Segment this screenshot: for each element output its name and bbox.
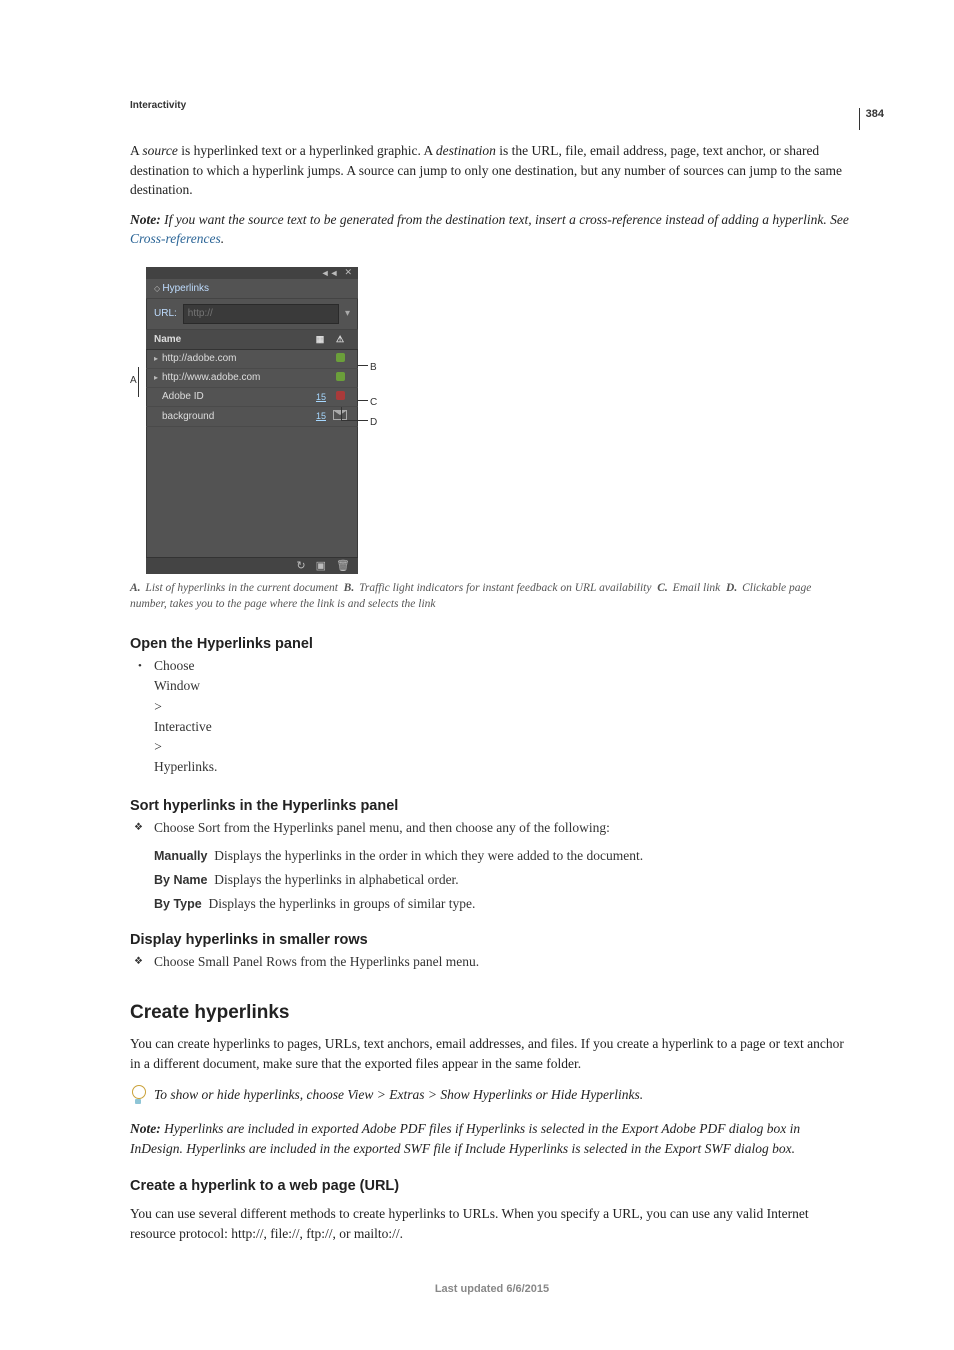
note-cross-references: Note: If you want the source text to be … [130, 210, 854, 249]
trash-icon[interactable]: 🗑 [336, 559, 350, 572]
list-item: Choose Small Panel Rows from the Hyperli… [142, 952, 854, 972]
def-body: Displays the hyperlinks in the order in … [214, 848, 643, 863]
column-page-icon: ▦ [310, 334, 330, 345]
def-term: By Name [154, 873, 208, 887]
url-label: URL: [154, 308, 177, 319]
callout-label-a: A [130, 375, 137, 386]
list-item: Choose Window > Interactive > Hyperlinks… [142, 656, 162, 778]
heading-create-hyperlinks: Create hyperlinks [130, 1002, 854, 1024]
new-icon[interactable]: ▣ [316, 559, 326, 572]
disclosure-triangle-icon[interactable]: ▸ [154, 373, 162, 382]
callout-label-d: D [370, 417, 377, 428]
def-term: Manually [154, 849, 208, 863]
heading-sort: Sort hyperlinks in the Hyperlinks panel [130, 798, 854, 814]
create-url-body: You can use several different methods to… [130, 1204, 854, 1243]
cross-references-link[interactable]: Cross-references [130, 231, 221, 246]
hyperlink-row[interactable]: background 15 [146, 407, 358, 427]
def-term: By Type [154, 897, 202, 911]
url-dropdown-icon[interactable]: ▾ [345, 308, 350, 319]
heading-smaller-rows: Display hyperlinks in smaller rows [130, 932, 854, 948]
hyperlinks-panel: ◄◄ ✕ Hyperlinks URL: ▾ Name ▦ ⚠ ▸ http:/… [146, 267, 358, 574]
callout-label-c: C [370, 397, 377, 408]
panel-tab-hyperlinks[interactable]: Hyperlinks [146, 279, 358, 299]
mail-icon [333, 410, 347, 420]
page-link[interactable]: 15 [306, 411, 330, 421]
status-dot-red [336, 391, 345, 400]
create-intro: You can create hyperlinks to pages, URLs… [130, 1034, 854, 1073]
list-item: Choose Sort from the Hyperlinks panel me… [142, 818, 854, 838]
hyperlink-row[interactable]: Adobe ID 15 [146, 388, 358, 407]
page-link[interactable]: 15 [306, 392, 330, 402]
intro-paragraph: A source is hyperlinked text or a hyperl… [130, 141, 854, 200]
close-icon[interactable]: ✕ [344, 267, 352, 278]
def-body: Displays the hyperlinks in alphabetical … [214, 872, 458, 887]
tip-text: To show or hide hyperlinks, choose View … [154, 1085, 643, 1105]
note-export: Note: Hyperlinks are included in exporte… [130, 1119, 854, 1158]
page-number: 384 [859, 108, 884, 130]
collapse-icon[interactable]: ◄◄ [321, 268, 339, 278]
column-status-icon: ⚠ [330, 334, 350, 345]
footer-last-updated: Last updated 6/6/2015 [130, 1283, 854, 1295]
heading-create-url: Create a hyperlink to a web page (URL) [130, 1178, 854, 1194]
heading-open-panel: Open the Hyperlinks panel [130, 636, 854, 652]
hyperlink-row[interactable]: ▸ http://www.adobe.com [146, 369, 358, 388]
chapter-header: Interactivity [130, 100, 854, 111]
status-dot-green [336, 372, 345, 381]
callout-label-b: B [370, 362, 377, 373]
panel-titlebar: ◄◄ ✕ [146, 267, 358, 279]
status-dot-green [336, 353, 345, 362]
def-body: Displays the hyperlinks in groups of sim… [208, 896, 475, 911]
refresh-icon[interactable]: ↻ [296, 559, 305, 572]
hyperlink-row[interactable]: ▸ http://adobe.com [146, 350, 358, 369]
column-name-header: Name [154, 334, 310, 345]
lightbulb-tip-icon [130, 1085, 146, 1107]
disclosure-triangle-icon[interactable]: ▸ [154, 354, 162, 363]
url-input[interactable] [183, 304, 339, 324]
figure-caption: A. List of hyperlinks in the current doc… [130, 580, 850, 612]
